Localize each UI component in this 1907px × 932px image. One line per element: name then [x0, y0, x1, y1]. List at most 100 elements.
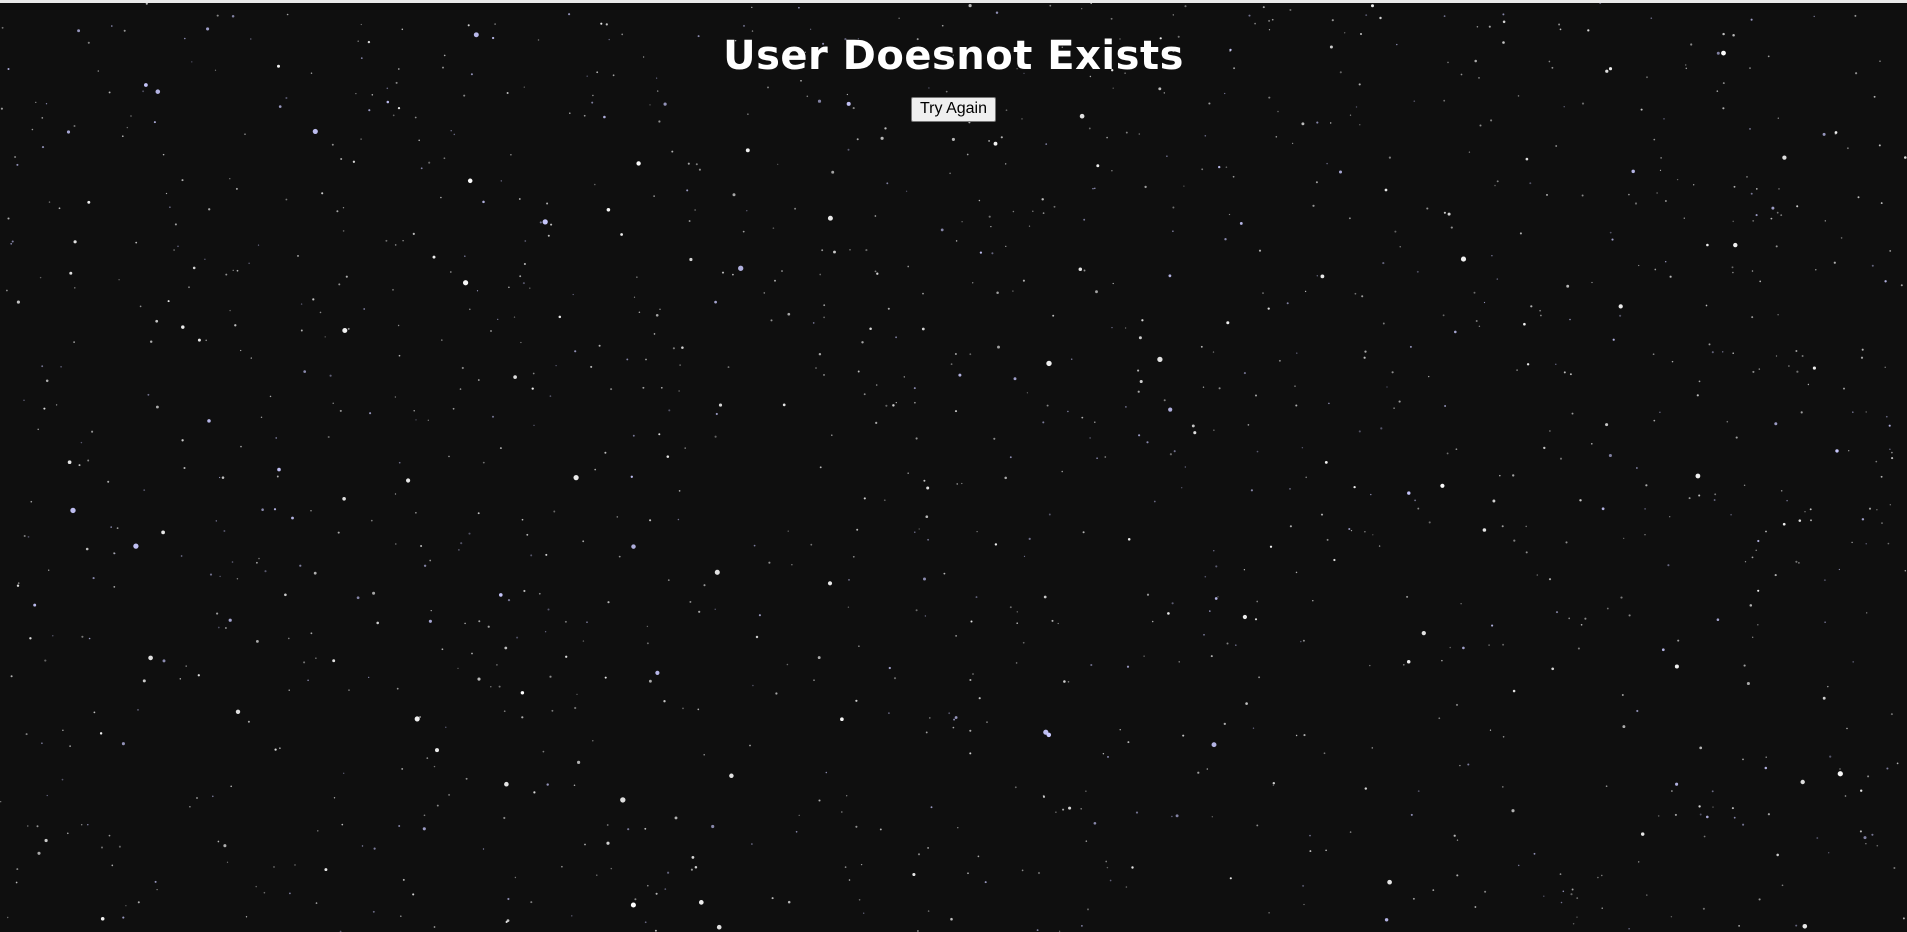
star [111, 864, 114, 867]
star [1782, 155, 1787, 160]
star [1067, 410, 1069, 413]
star [257, 244, 260, 246]
star [753, 544, 756, 547]
star [1467, 763, 1470, 766]
star [1094, 421, 1096, 423]
star [1364, 531, 1366, 533]
star [1009, 606, 1012, 609]
star [949, 172, 951, 175]
star [1173, 450, 1176, 453]
star [703, 753, 705, 756]
star [1135, 811, 1139, 814]
star [1412, 897, 1415, 900]
star [1211, 742, 1217, 748]
star [1055, 811, 1057, 813]
star [749, 744, 751, 747]
try-again-button[interactable]: Try Again [911, 97, 996, 122]
star [1606, 607, 1609, 610]
star [74, 287, 76, 289]
star [33, 603, 37, 607]
star [626, 358, 629, 361]
star [1584, 617, 1587, 620]
star [848, 879, 851, 881]
star [742, 230, 745, 233]
star [855, 825, 858, 828]
star [1081, 925, 1083, 927]
star [564, 620, 567, 623]
star [1438, 717, 1441, 720]
star [1749, 604, 1753, 607]
star [1796, 370, 1799, 373]
star [1843, 387, 1845, 390]
star [1178, 661, 1180, 663]
star [682, 707, 684, 710]
star [1677, 639, 1680, 642]
star [653, 333, 656, 335]
star [1456, 874, 1459, 877]
star [594, 468, 597, 471]
star [547, 608, 550, 611]
star [1295, 734, 1298, 737]
star [1382, 262, 1385, 265]
star [1844, 795, 1847, 797]
star [1005, 163, 1007, 165]
star [1904, 570, 1907, 572]
star [435, 748, 439, 753]
star [1752, 370, 1755, 373]
star [1168, 407, 1173, 412]
star [269, 395, 272, 398]
star [360, 138, 362, 140]
star [1743, 484, 1746, 487]
star [258, 557, 260, 560]
star [107, 480, 110, 483]
star [861, 341, 864, 344]
star [858, 645, 860, 647]
star [903, 376, 905, 378]
star [491, 415, 495, 418]
star [162, 659, 166, 663]
star [1225, 166, 1228, 168]
star [399, 915, 402, 918]
star [263, 891, 266, 894]
star [895, 401, 897, 404]
star [1138, 434, 1141, 437]
star [1743, 664, 1746, 667]
star [1042, 212, 1045, 214]
star [574, 350, 577, 353]
star [174, 223, 177, 226]
star [1637, 861, 1640, 863]
star [1860, 356, 1864, 359]
star [1354, 292, 1357, 295]
star [300, 329, 303, 332]
star [1800, 411, 1803, 414]
star [429, 559, 432, 562]
star [1172, 206, 1175, 209]
star [1428, 375, 1430, 378]
star [1484, 890, 1487, 893]
star [1301, 446, 1304, 449]
star [577, 760, 581, 764]
star [698, 900, 704, 905]
star [1258, 676, 1261, 679]
star [634, 898, 637, 901]
star [1426, 207, 1429, 210]
star [955, 635, 957, 637]
star [215, 520, 217, 522]
star [347, 327, 350, 330]
star [1182, 734, 1185, 737]
star [687, 162, 690, 165]
star [620, 233, 623, 236]
star [1242, 614, 1247, 620]
star [188, 286, 190, 289]
star [777, 163, 779, 165]
star [423, 814, 426, 817]
star [450, 129, 452, 132]
star [1171, 815, 1173, 818]
star [1880, 475, 1883, 478]
star [1137, 390, 1140, 393]
star [87, 459, 90, 462]
star [80, 441, 83, 444]
star [510, 153, 512, 156]
star [1730, 513, 1732, 516]
star [958, 373, 962, 377]
